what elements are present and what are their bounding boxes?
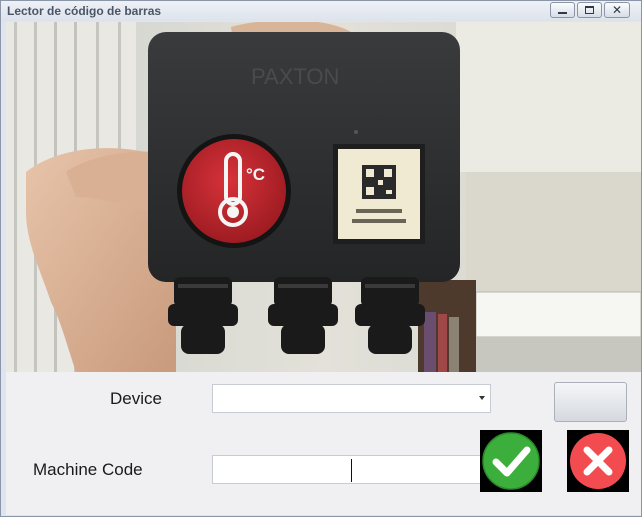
camera-frame-image: PAXTON °C xyxy=(6,22,641,372)
window-title: Lector de código de barras xyxy=(7,4,162,18)
check-circle-icon xyxy=(482,432,540,490)
cancel-button[interactable] xyxy=(567,430,629,492)
minimize-button[interactable] xyxy=(550,2,575,18)
camera-preview: PAXTON °C xyxy=(6,22,641,372)
close-window-button[interactable]: ✕ xyxy=(604,2,630,18)
blank-button[interactable] xyxy=(554,382,627,422)
machine-code-input[interactable] xyxy=(212,455,492,484)
barcode-reader-window: Lector de código de barras ✕ PAXTON °C D… xyxy=(0,0,642,517)
accept-button[interactable] xyxy=(480,430,542,492)
minimize-icon xyxy=(558,12,567,14)
svg-text:°C: °C xyxy=(246,165,265,184)
barcode-form: Device Machine Code xyxy=(6,372,641,515)
chevron-down-icon xyxy=(479,396,485,400)
text-caret xyxy=(351,459,352,482)
maximize-icon xyxy=(585,6,594,14)
device-dropdown[interactable] xyxy=(212,384,491,413)
x-circle-icon xyxy=(570,433,626,489)
maximize-button[interactable] xyxy=(577,2,602,18)
machine-code-label: Machine Code xyxy=(33,460,143,479)
close-icon: ✕ xyxy=(611,3,623,17)
svg-text:PAXTON: PAXTON xyxy=(251,64,339,89)
title-bar[interactable]: Lector de código de barras ✕ xyxy=(1,1,641,21)
device-label: Device xyxy=(110,389,162,408)
